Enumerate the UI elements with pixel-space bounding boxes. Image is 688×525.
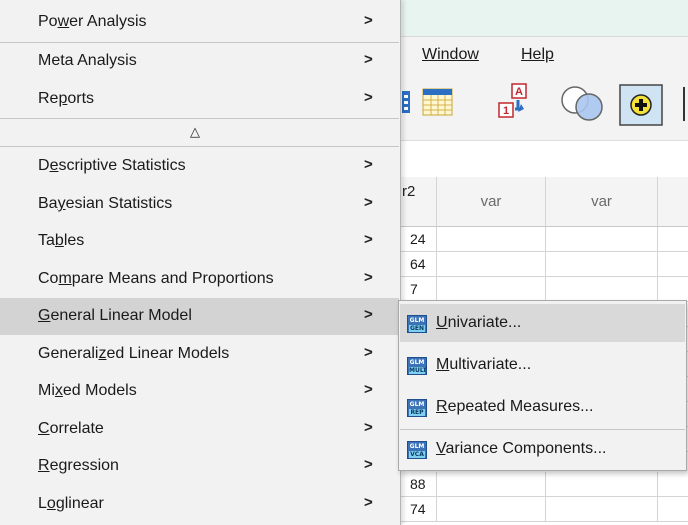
menu-item-reports[interactable]: Reports > — [0, 81, 399, 118]
grid-cell[interactable] — [546, 252, 658, 277]
grid-cell[interactable] — [546, 227, 658, 252]
menu-item-label: Meta Analysis — [38, 52, 137, 69]
submenu-arrow-icon: > — [364, 12, 373, 29]
menu-item-label: Mixed Models — [38, 382, 137, 399]
submenu-arrow-icon: > — [364, 381, 373, 398]
menu-item-label: Reports — [38, 90, 95, 107]
submenu-arrow-icon: > — [364, 231, 373, 248]
submenu-item-multivariate[interactable]: GLM MULT Multivariate... — [400, 346, 685, 384]
submenu-arrow-icon: > — [364, 156, 373, 173]
add-variable-icon[interactable] — [619, 84, 663, 126]
grid-cell[interactable] — [437, 497, 546, 522]
general-linear-model-submenu: GLM GEN Univariate... GLM MULT Multivariat… — [398, 300, 687, 471]
menu-item-label: General Linear Model — [38, 307, 192, 324]
grid-cell[interactable] — [658, 497, 688, 522]
submenu-arrow-icon: > — [364, 51, 373, 68]
menu-item-generalized-linear-models[interactable]: Generalized Linear Models > — [0, 336, 399, 373]
grid-cell[interactable] — [658, 277, 688, 302]
menu-item-label: Loglinear — [38, 495, 104, 512]
menu-item-meta-analysis[interactable]: Meta Analysis > — [0, 43, 399, 80]
grid-cell[interactable] — [437, 472, 546, 497]
submenu-item-repeated-measures[interactable]: GLM REP Repeated Measures... — [400, 388, 685, 426]
menu-separator — [0, 146, 399, 147]
submenu-item-label: Variance Components... — [436, 440, 607, 457]
toolbar: A 1 — [400, 76, 688, 140]
menu-item-correlate[interactable]: Correlate > — [0, 411, 399, 448]
grid-cell[interactable] — [546, 277, 658, 302]
menu-item-label: Regression — [38, 457, 119, 474]
submenu-arrow-icon: > — [364, 344, 373, 361]
column-header[interactable] — [658, 177, 688, 227]
grid-cell[interactable] — [437, 277, 546, 302]
grid-cell[interactable]: 24 — [400, 227, 437, 252]
menu-item-label: Bayesian Statistics — [38, 195, 173, 212]
submenu-arrow-icon: > — [364, 419, 373, 436]
grid-cell[interactable] — [658, 252, 688, 277]
menu-item-mixed-models[interactable]: Mixed Models > — [0, 373, 399, 410]
submenu-arrow-icon: > — [364, 494, 373, 511]
menu-item-tables[interactable]: Tables > — [0, 223, 399, 260]
partial-toolbar-icon-right[interactable] — [683, 87, 688, 121]
glm-multivariate-icon: GLM MULT — [407, 357, 427, 375]
grid-cell[interactable]: 74 — [400, 497, 437, 522]
column-header[interactable]: var — [546, 177, 658, 227]
grid-cell[interactable] — [546, 497, 658, 522]
grid-cell[interactable]: 64 — [400, 252, 437, 277]
menu-item-label: Correlate — [38, 420, 104, 437]
cell-editor-bar[interactable] — [400, 140, 688, 178]
data-sheet-icon[interactable] — [422, 87, 454, 117]
menu-item-regression[interactable]: Regression > — [0, 448, 399, 485]
submenu-item-univariate[interactable]: GLM GEN Univariate... — [400, 304, 685, 342]
submenu-arrow-icon: > — [364, 89, 373, 106]
glm-variance-components-icon: GLM VCA — [407, 441, 427, 459]
analyze-menu: Power Analysis > Meta Analysis > Reports… — [0, 0, 401, 525]
grid-cell[interactable] — [658, 472, 688, 497]
submenu-arrow-icon: > — [364, 456, 373, 473]
grid-cell[interactable]: 88 — [400, 472, 437, 497]
submenu-arrow-icon: > — [364, 306, 373, 323]
svg-text:A: A — [515, 86, 523, 98]
submenu-item-label: Univariate... — [436, 314, 522, 331]
partial-toolbar-icon[interactable] — [402, 87, 412, 117]
menu-item-loglinear[interactable]: Loglinear > — [0, 486, 399, 523]
menu-item-label: Descriptive Statistics — [38, 157, 186, 174]
scroll-up-icon[interactable]: △ — [190, 124, 200, 140]
submenu-item-variance-components[interactable]: GLM VCA Variance Components... — [400, 430, 685, 468]
submenu-arrow-icon: > — [364, 269, 373, 286]
menu-item-label: Power Analysis — [38, 13, 147, 30]
menu-item-power-analysis[interactable]: Power Analysis > — [0, 4, 399, 41]
menu-separator — [0, 118, 399, 119]
menu-item-label: Generalized Linear Models — [38, 345, 230, 362]
grid-cell[interactable] — [437, 227, 546, 252]
glm-univariate-icon: GLM GEN — [407, 315, 427, 333]
app-menubar: Window Help — [400, 36, 688, 77]
menu-item-general-linear-model[interactable]: General Linear Model > — [0, 298, 399, 335]
grid-cell[interactable] — [546, 472, 658, 497]
submenu-item-label: Repeated Measures... — [436, 398, 594, 415]
submenu-item-label: Multivariate... — [436, 356, 532, 373]
window-menu[interactable]: Window — [422, 46, 479, 64]
help-menu[interactable]: Help — [521, 46, 554, 64]
menu-item-bayesian-statistics[interactable]: Bayesian Statistics > — [0, 186, 399, 223]
venn-select-icon[interactable] — [558, 82, 608, 122]
column-header[interactable]: var — [437, 177, 546, 227]
grid-cell[interactable] — [658, 227, 688, 252]
grid-cell[interactable] — [437, 252, 546, 277]
menu-item-descriptive-statistics[interactable]: Descriptive Statistics > — [0, 148, 399, 185]
recode-icon[interactable]: A 1 — [497, 83, 531, 119]
menu-item-compare-means[interactable]: Compare Means and Proportions > — [0, 261, 399, 298]
column-header[interactable]: r2 — [400, 177, 437, 227]
grid-cell[interactable]: 7 — [400, 277, 437, 302]
menu-item-label: Tables — [38, 232, 85, 249]
menu-item-label: Compare Means and Proportions — [38, 270, 274, 287]
glm-repeated-measures-icon: GLM REP — [407, 399, 427, 417]
submenu-arrow-icon: > — [364, 194, 373, 211]
svg-text:1: 1 — [503, 105, 509, 117]
